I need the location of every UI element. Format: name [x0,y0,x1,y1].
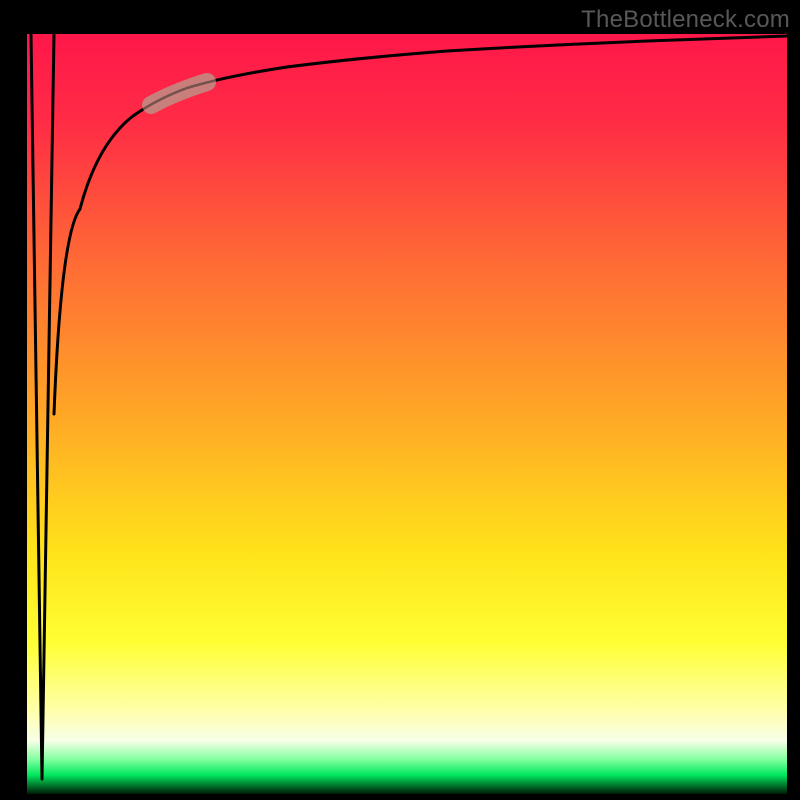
bottleneck-chart [27,34,787,794]
attribution-text: TheBottleneck.com [581,6,790,34]
gradient-background [27,34,787,794]
